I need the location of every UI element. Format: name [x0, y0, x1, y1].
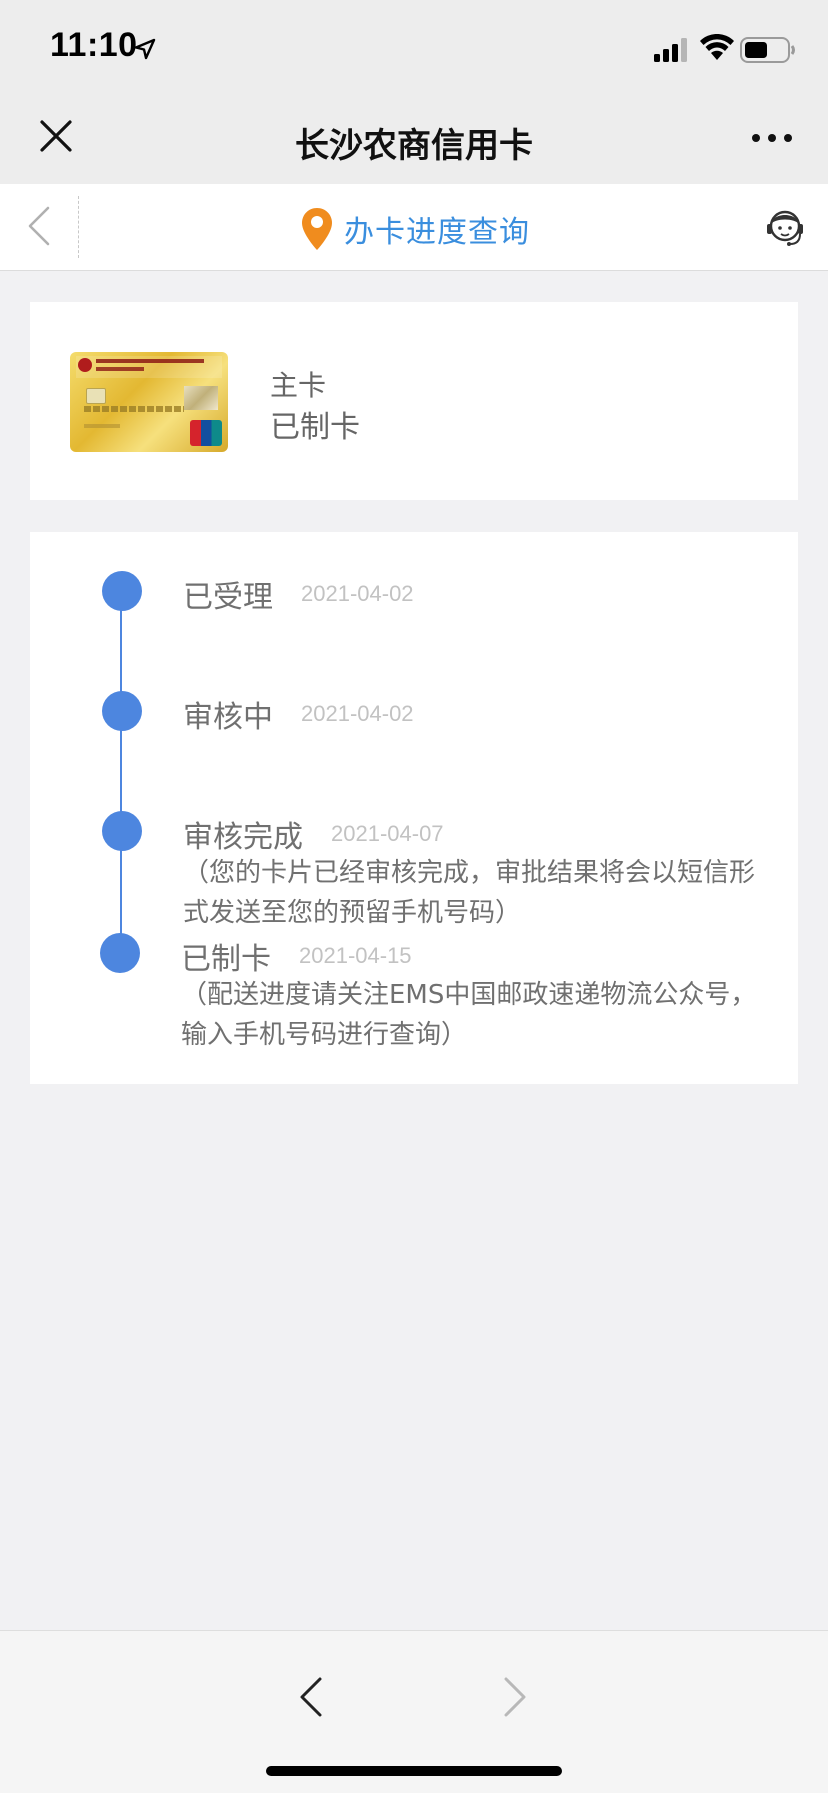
cellular-signal-icon — [654, 38, 687, 62]
timeline-step-note: （您的卡片已经审核完成，审批结果将会以短信形式发送至您的预留手机号码） — [183, 858, 756, 928]
sub-header-title: 办卡进度查询 — [344, 215, 530, 250]
credit-card-image — [70, 352, 228, 452]
timeline-step-label: 已制卡 — [181, 942, 271, 977]
status-time: 11:10 — [50, 26, 138, 64]
card-info-panel: 主卡 已制卡 — [30, 302, 798, 500]
timeline-connector — [120, 592, 122, 952]
timeline-dot — [102, 571, 142, 611]
home-indicator[interactable] — [266, 1766, 562, 1776]
timeline-step-note: （配送进度请关注EMS中国邮政速递物流公众号，输入手机号码进行查询） — [181, 980, 757, 1050]
page-title: 长沙农商信用卡 — [295, 126, 533, 166]
timeline-dot — [102, 691, 142, 731]
customer-service-icon[interactable] — [764, 204, 806, 250]
timeline-dot — [100, 933, 140, 973]
timeline-step-label: 审核完成 — [183, 820, 303, 855]
wifi-icon — [700, 34, 734, 60]
status-bar: 11:10 — [0, 0, 828, 96]
back-chevron-icon[interactable] — [296, 1675, 326, 1719]
card-status: 已制卡 — [270, 410, 360, 445]
battery-icon — [740, 37, 795, 63]
progress-query-title: 办卡进度查询 — [300, 204, 530, 254]
timeline-step-label: 已受理 — [183, 580, 273, 615]
more-icon[interactable] — [748, 126, 796, 150]
forward-chevron-icon[interactable] — [500, 1675, 530, 1719]
location-pin-icon — [302, 208, 332, 250]
card-type: 主卡 — [270, 369, 327, 402]
timeline-step-date: 2021-04-02 — [301, 701, 414, 726]
location-arrow-icon — [134, 38, 156, 60]
sub-header: 办卡进度查询 — [0, 184, 828, 271]
header-divider — [78, 196, 79, 258]
nav-bar: 长沙农商信用卡 — [0, 96, 828, 184]
unionpay-logo — [190, 420, 222, 446]
timeline-step-date: 2021-04-07 — [331, 821, 444, 846]
timeline-step-date: 2021-04-02 — [301, 581, 414, 606]
timeline-step-label: 审核中 — [183, 700, 273, 735]
timeline-step-date: 2021-04-15 — [299, 943, 412, 968]
back-chevron-icon[interactable] — [24, 204, 54, 248]
timeline-dot — [102, 811, 142, 851]
